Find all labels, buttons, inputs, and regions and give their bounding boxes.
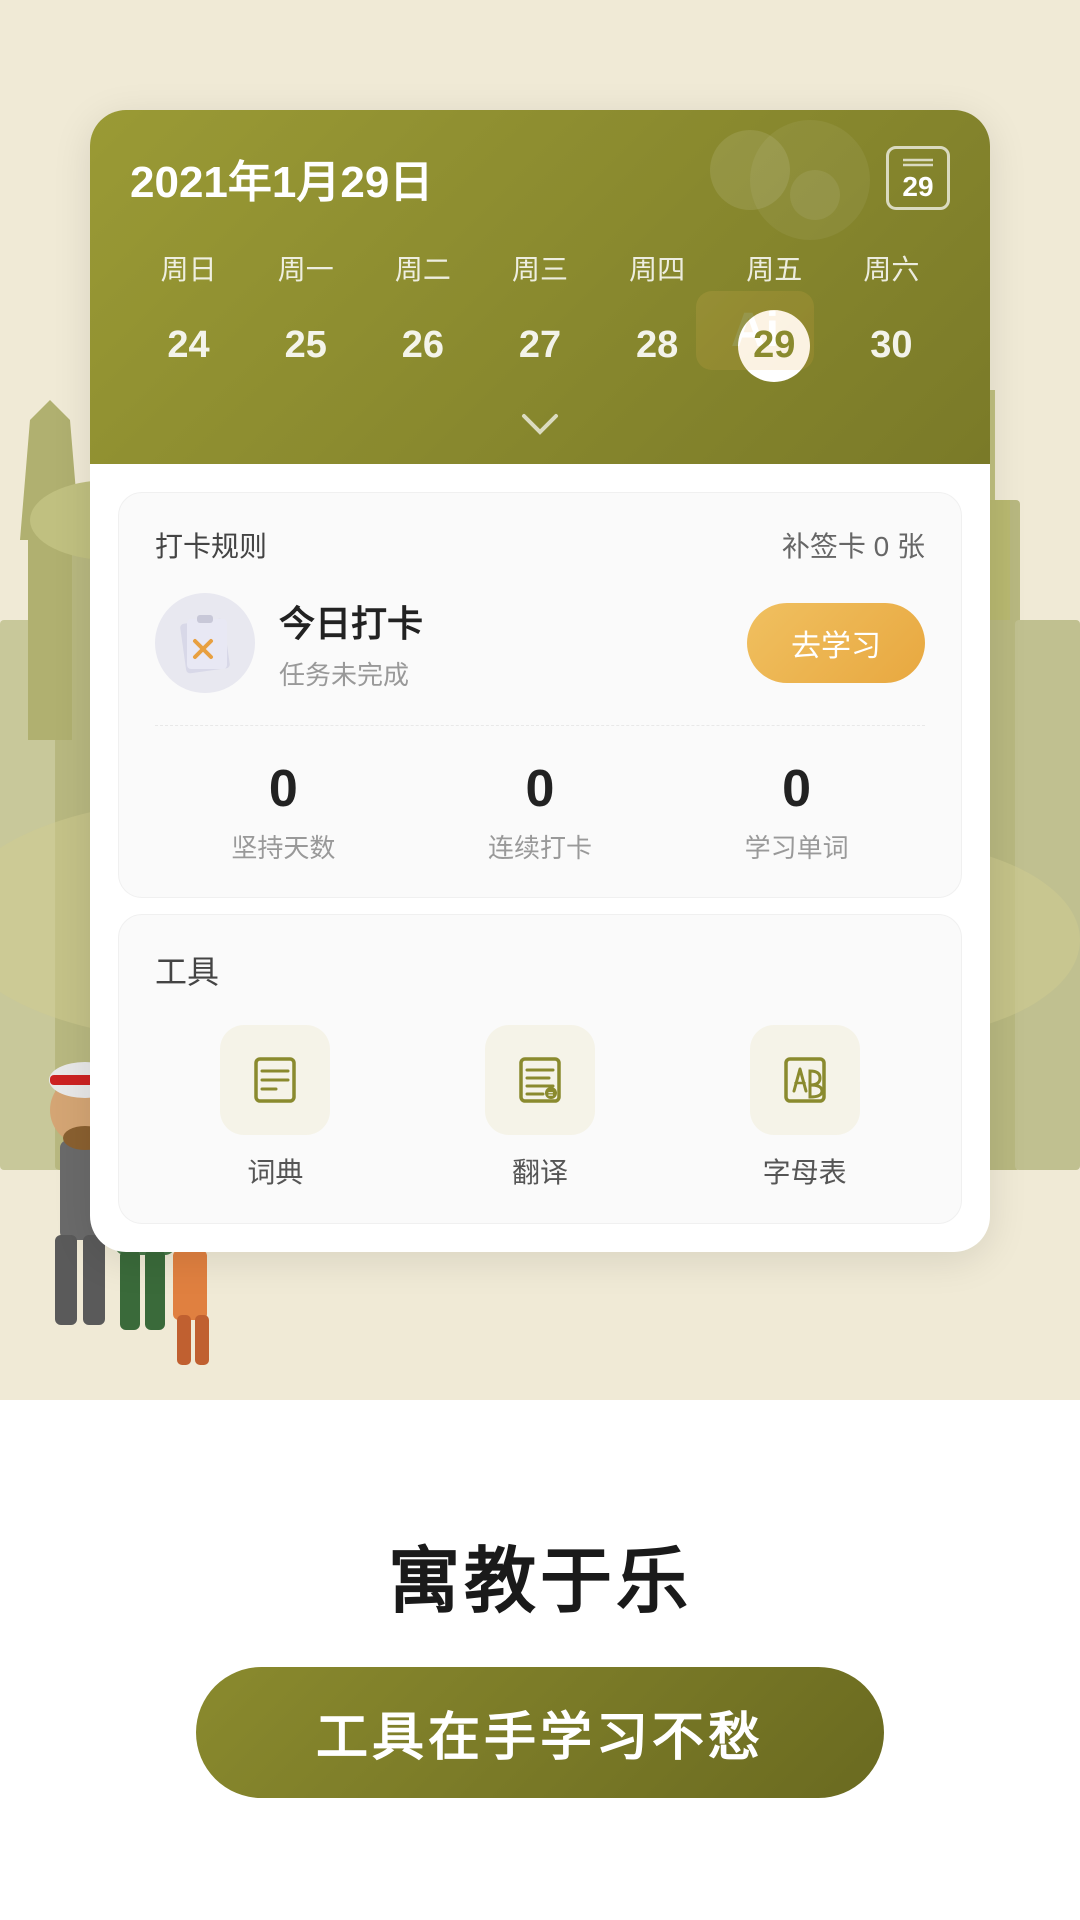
- tools-card: 工具 词典: [118, 914, 962, 1224]
- stats-row: 0 坚持天数 0 连续打卡 0 学习单词: [155, 758, 925, 865]
- alphabet-label: 字母表: [763, 1151, 847, 1191]
- bottom-cta-button[interactable]: 工具在手学习不愁: [196, 1667, 884, 1798]
- task-subtitle: 任务未完成: [279, 655, 723, 692]
- task-info: 今日打卡 任务未完成: [279, 595, 723, 692]
- stat-words-label: 学习单词: [745, 828, 849, 865]
- week-dates-row: 24 25 26 27 28 29 30: [130, 312, 950, 379]
- date-27[interactable]: 27: [481, 312, 598, 379]
- stat-streak-num: 0: [488, 758, 592, 820]
- checkin-card: 打卡规则 补签卡 0 张 今日打卡 任务未完成 去学习: [118, 492, 962, 898]
- week-label-sun: 周日: [130, 240, 247, 296]
- week-label-wed: 周三: [481, 240, 598, 296]
- calendar-date-title: 2021年1月29日: [130, 146, 433, 210]
- date-30[interactable]: 30: [833, 312, 950, 379]
- supplement-cards-label: 补签卡 0 张: [782, 525, 925, 565]
- date-24[interactable]: 24: [130, 312, 247, 379]
- main-card: 2021年1月29日 29 周日 周一 周二 周三 周四 周五 周六 24 25…: [90, 110, 990, 1252]
- bottom-section: 寓教于乐 工具在手学习不愁: [0, 1400, 1080, 1920]
- calendar-section: 2021年1月29日 29 周日 周一 周二 周三 周四 周五 周六 24 25…: [90, 110, 990, 464]
- tool-dictionary[interactable]: 词典: [155, 1025, 396, 1191]
- go-study-button[interactable]: 去学习: [747, 603, 925, 683]
- stat-persistence: 0 坚持天数: [231, 758, 335, 865]
- task-title: 今日打卡: [279, 595, 723, 647]
- tool-translate[interactable]: ≡ 翻译: [420, 1025, 661, 1191]
- translate-icon-box: ≡: [485, 1025, 595, 1135]
- week-label-thu: 周四: [599, 240, 716, 296]
- date-26[interactable]: 26: [364, 312, 481, 379]
- calendar-icon[interactable]: 29: [886, 146, 950, 210]
- stat-persistence-label: 坚持天数: [231, 828, 335, 865]
- stat-words: 0 学习单词: [745, 758, 849, 865]
- checkin-task-row: 今日打卡 任务未完成 去学习: [155, 593, 925, 726]
- dictionary-label: 词典: [247, 1151, 303, 1191]
- translate-icon: ≡: [513, 1053, 567, 1107]
- calendar-expand-chevron[interactable]: [130, 395, 950, 464]
- calendar-icon-lines: [903, 152, 933, 170]
- task-icon: [155, 593, 255, 693]
- stat-persistence-num: 0: [231, 758, 335, 820]
- stat-streak: 0 连续打卡: [488, 758, 592, 865]
- tools-grid: 词典 ≡ 翻译: [155, 1025, 925, 1191]
- bottom-slogan: 寓教于乐: [388, 1522, 692, 1627]
- week-label-sat: 周六: [833, 240, 950, 296]
- dictionary-icon-box: [220, 1025, 330, 1135]
- checkin-header: 打卡规则 补签卡 0 张: [155, 525, 925, 565]
- date-25[interactable]: 25: [247, 312, 364, 379]
- alphabet-icon: [778, 1053, 832, 1107]
- stat-words-num: 0: [745, 758, 849, 820]
- week-labels-row: 周日 周一 周二 周三 周四 周五 周六: [130, 240, 950, 296]
- svg-text:≡: ≡: [548, 1089, 553, 1099]
- tool-alphabet[interactable]: 字母表: [684, 1025, 925, 1191]
- alphabet-icon-box: [750, 1025, 860, 1135]
- tools-section-title: 工具: [155, 947, 925, 993]
- calendar-icon-number: 29: [902, 170, 933, 204]
- translate-label: 翻译: [512, 1151, 568, 1191]
- dictionary-icon: [248, 1053, 302, 1107]
- stat-streak-label: 连续打卡: [488, 828, 592, 865]
- week-label-tue: 周二: [364, 240, 481, 296]
- checkin-rules-label: 打卡规则: [155, 525, 267, 565]
- week-label-fri: 周五: [716, 240, 833, 296]
- week-label-mon: 周一: [247, 240, 364, 296]
